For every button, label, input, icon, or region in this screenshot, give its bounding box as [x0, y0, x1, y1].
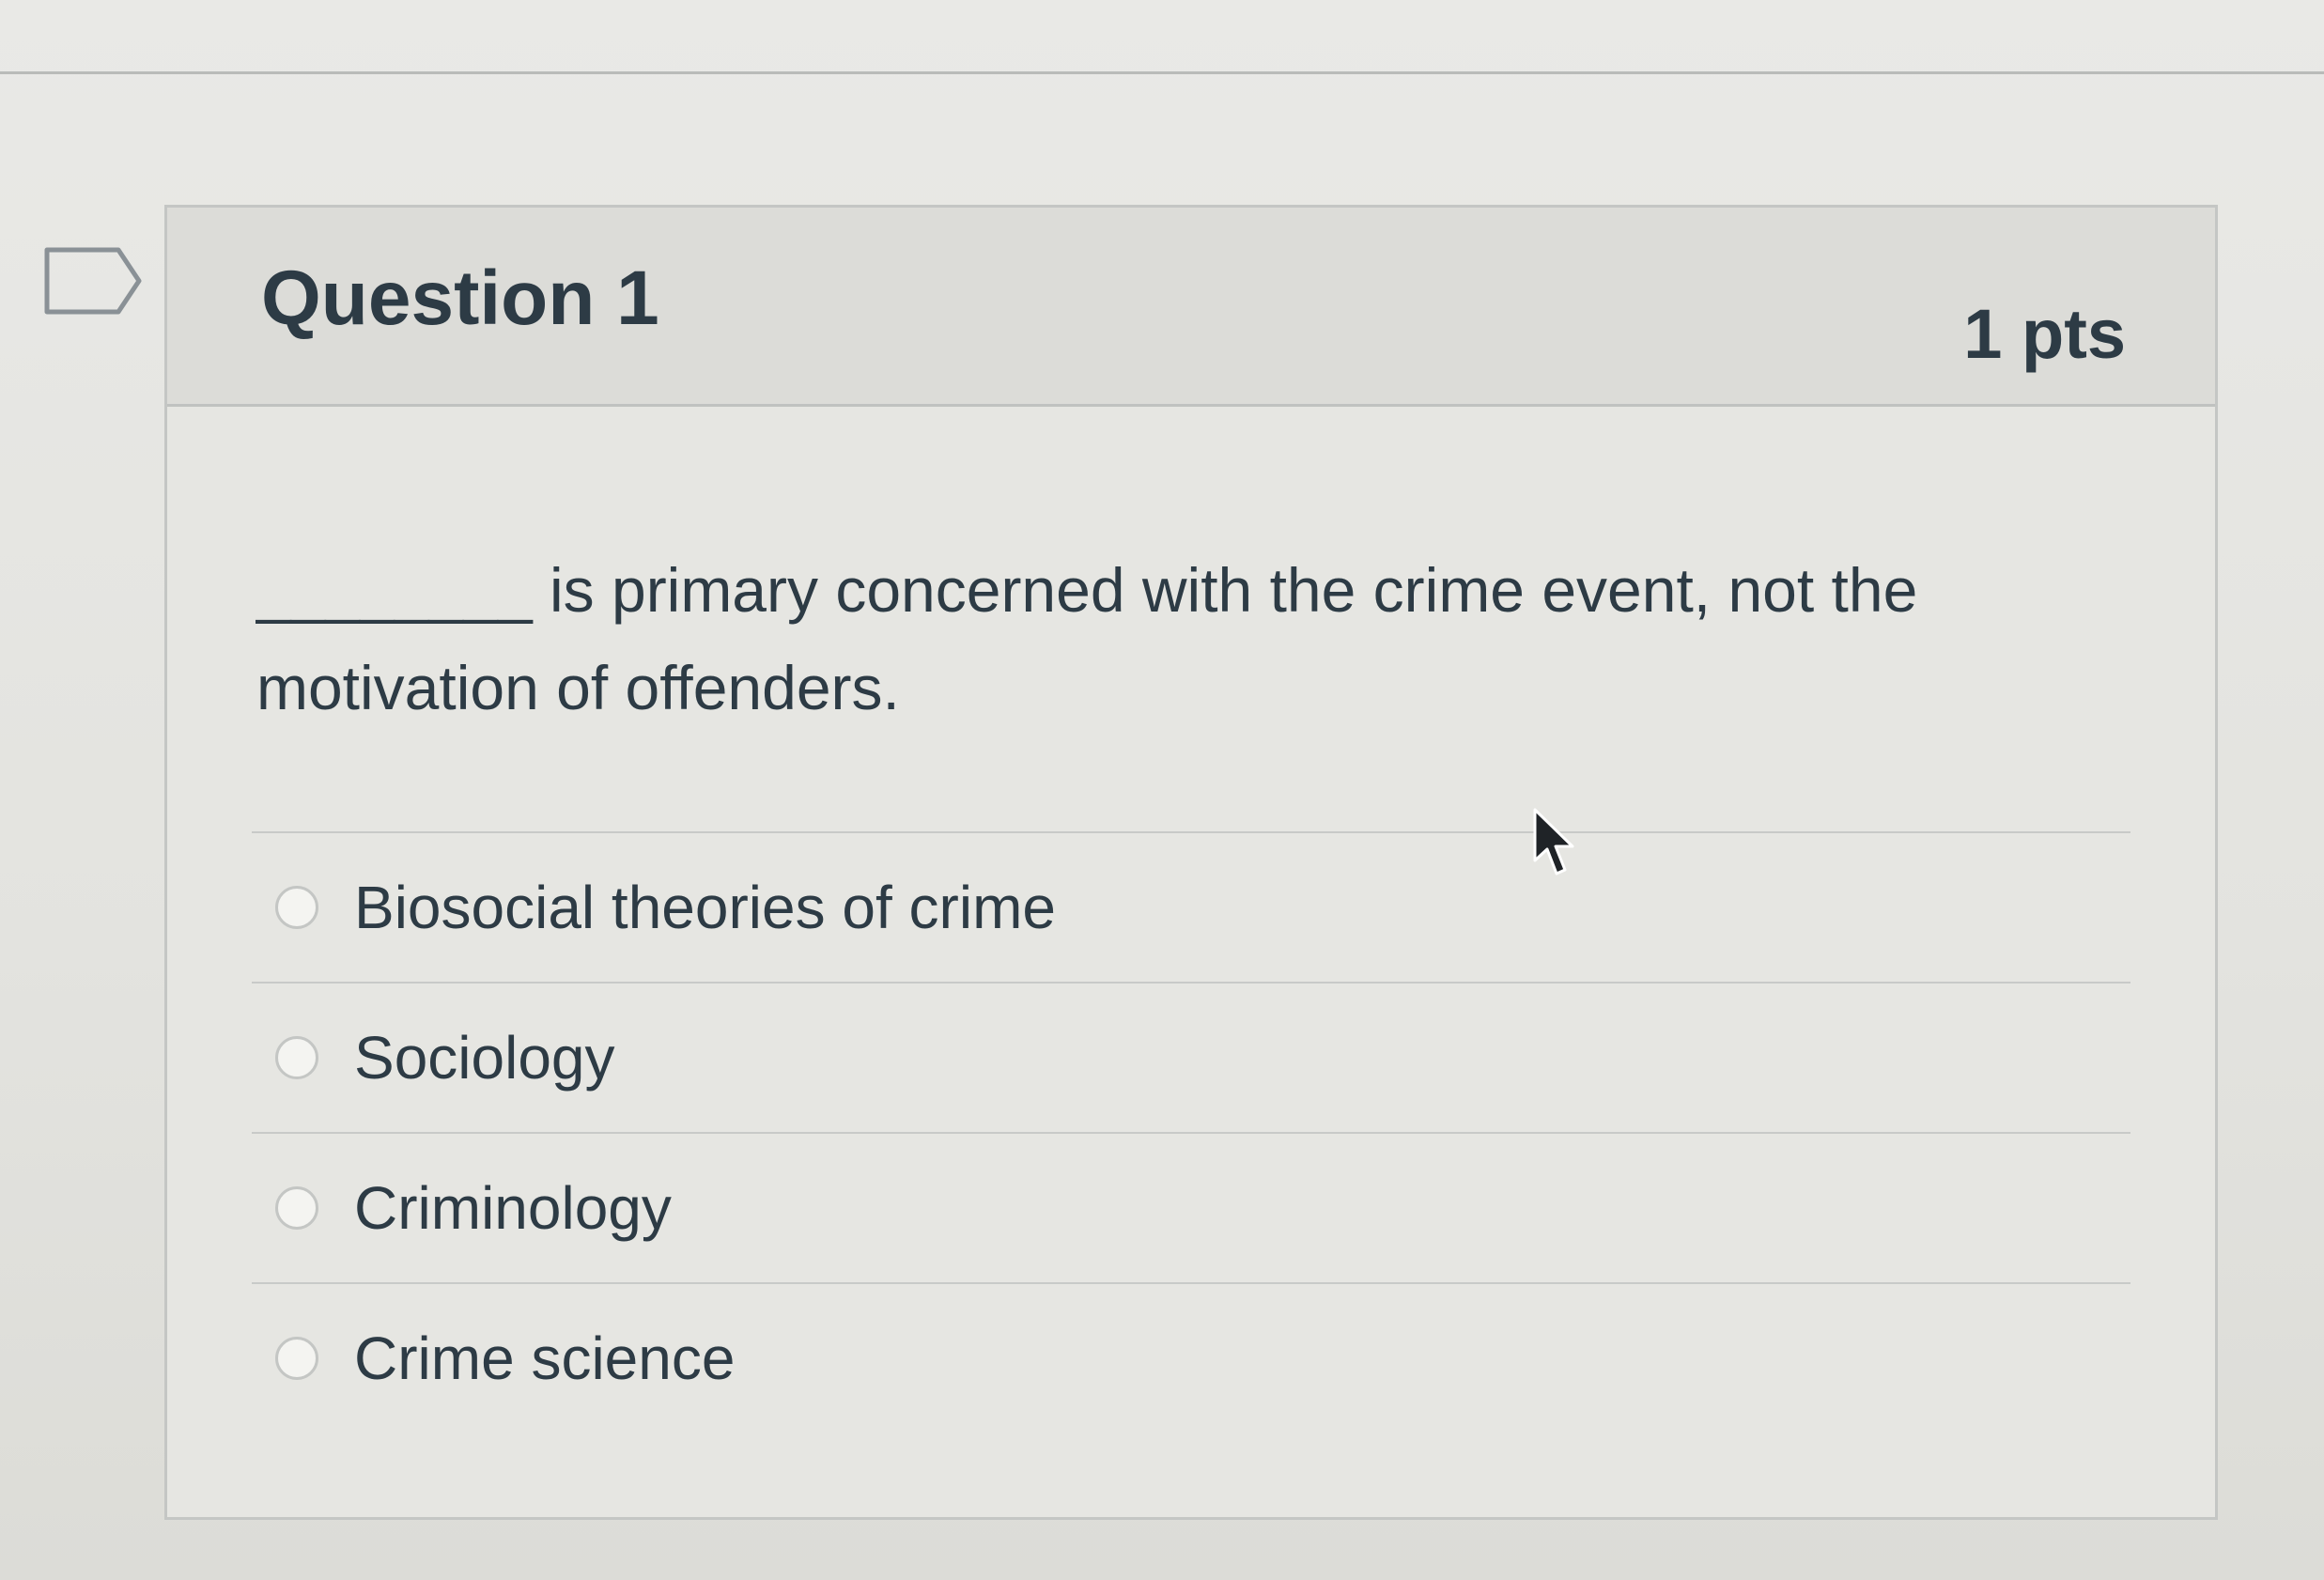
radio-button[interactable] — [275, 1186, 318, 1230]
page-divider — [0, 71, 2324, 74]
question-card: Question 1 1 pts ________ is primary con… — [164, 205, 2218, 1520]
radio-button[interactable] — [275, 1337, 318, 1380]
question-text: ________ is primary concerned with the c… — [256, 555, 1918, 722]
radio-button[interactable] — [275, 886, 318, 929]
radio-button[interactable] — [275, 1036, 318, 1079]
answer-label: Criminology — [354, 1174, 672, 1242]
answer-label: Sociology — [354, 1024, 615, 1092]
mouse-pointer-icon — [1533, 808, 1574, 875]
quiz-page: Question 1 1 pts ________ is primary con… — [0, 0, 2324, 1580]
question-title: Question 1 — [261, 256, 659, 341]
flag-question-icon[interactable] — [43, 246, 143, 316]
question-header: Question 1 1 pts — [167, 208, 2215, 407]
answer-option-sociology[interactable]: Sociology — [252, 984, 2130, 1134]
answer-list: Biosocial theories of crime Sociology Cr… — [252, 831, 2130, 1433]
answer-label: Crime science — [354, 1324, 736, 1392]
answer-option-biosocial-theories[interactable]: Biosocial theories of crime — [252, 833, 2130, 984]
answer-option-criminology[interactable]: Criminology — [252, 1134, 2130, 1284]
answer-label: Biosocial theories of crime — [354, 874, 1056, 941]
question-points: 1 pts — [1963, 295, 2126, 373]
answer-option-crime-science[interactable]: Crime science — [252, 1284, 2130, 1433]
